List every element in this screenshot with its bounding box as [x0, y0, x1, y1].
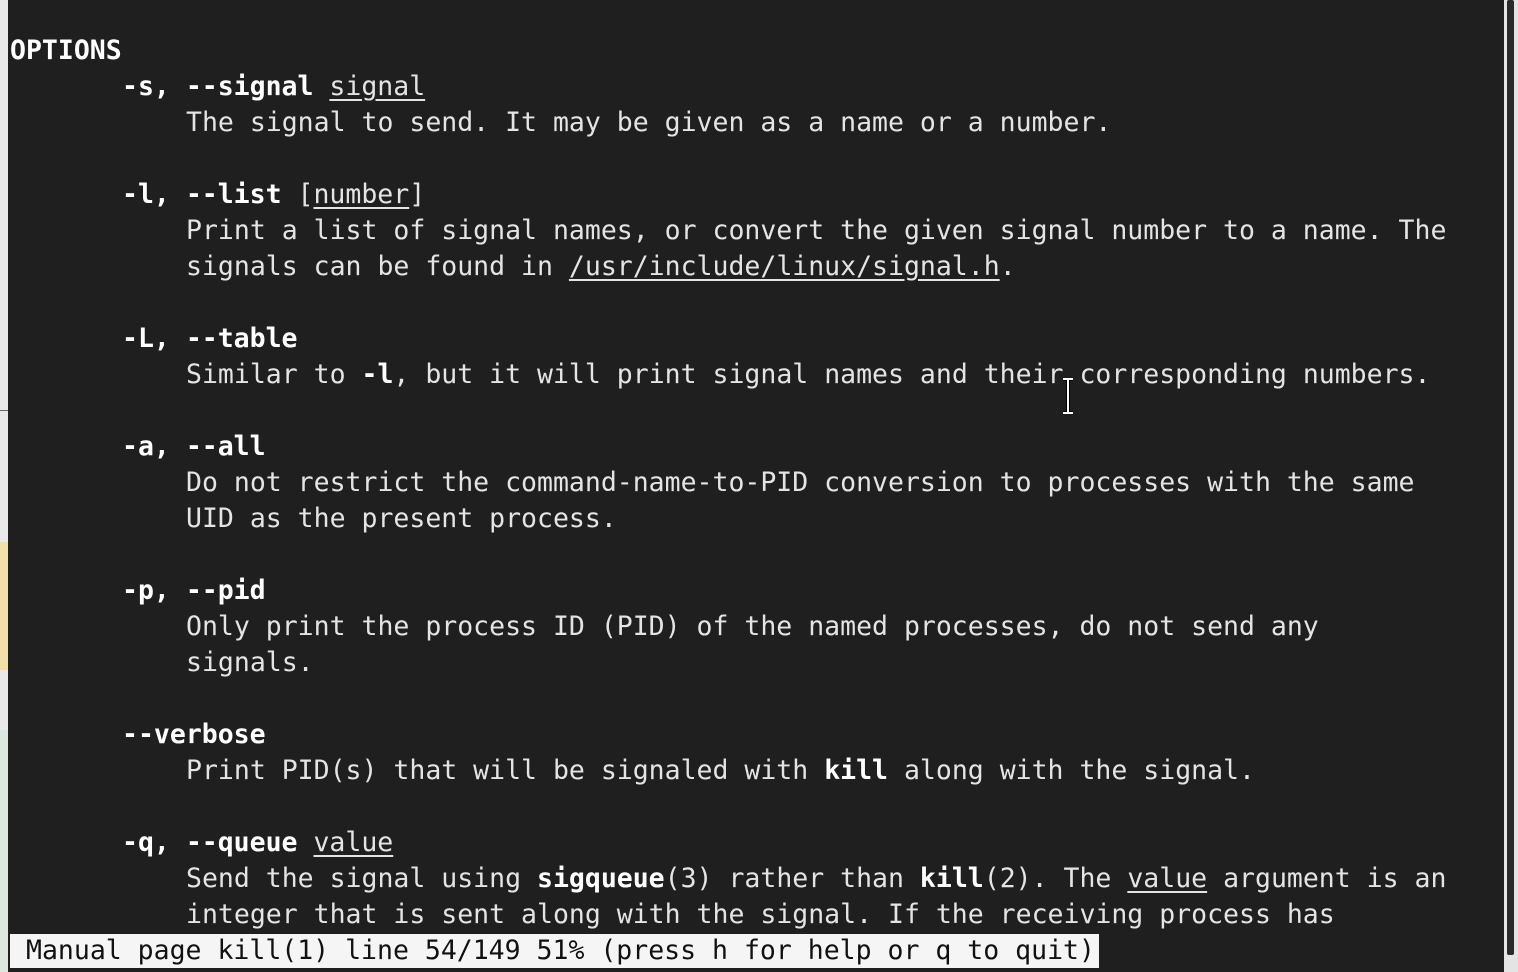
- text: along with the signal.: [888, 755, 1255, 786]
- option-description: Similar to -l, but it will print signal …: [186, 357, 1430, 393]
- option-description: signals can be found in /usr/include/lin…: [186, 249, 1016, 285]
- file-path: /usr/include/linux/signal.h: [568, 251, 1000, 282]
- option-table: -L, --table: [122, 323, 298, 354]
- bold-ref: sigqueue: [537, 863, 665, 894]
- option-signal: -s, --signal signal: [122, 69, 425, 105]
- text: (3) rather than: [664, 863, 920, 894]
- option-arg: value: [313, 827, 394, 858]
- option-arg: signal: [329, 71, 426, 102]
- text: .: [999, 251, 1016, 282]
- option-all: -a, --all: [122, 431, 266, 462]
- bold-ref: -l: [361, 359, 394, 390]
- section-heading-options: OPTIONS: [10, 35, 122, 66]
- option-description: Send the signal using sigqueue(3) rather…: [186, 861, 1446, 897]
- option-verbose: --verbose: [122, 719, 266, 750]
- option-description: integer that is sent along with the sign…: [186, 899, 1335, 930]
- option-description: Print a list of signal names, or convert…: [186, 215, 1447, 246]
- option-arg: number: [313, 179, 410, 210]
- option-description: UID as the present process.: [186, 503, 617, 534]
- underlined-ref: value: [1127, 863, 1208, 894]
- text: Print PID(s) that will be signaled with: [186, 755, 825, 786]
- option-list: -l, --list [number]: [122, 177, 425, 213]
- bold-ref: kill: [919, 863, 984, 894]
- option-pid: -p, --pid: [122, 575, 266, 606]
- text: signals can be found in: [186, 251, 569, 282]
- scrollbar-thumb[interactable]: [1507, 0, 1514, 955]
- background-window-edge: [0, 0, 8, 972]
- bracket-close: ]: [409, 179, 426, 210]
- option-description: The signal to send. It may be given as a…: [186, 107, 1112, 138]
- scrollbar[interactable]: [1504, 0, 1518, 972]
- text: , but it will print signal names and the…: [393, 359, 1431, 390]
- option-description: Only print the process ID (PID) of the n…: [186, 611, 1319, 642]
- option-flag: -s, --signal: [122, 71, 314, 102]
- bold-ref: kill: [824, 755, 889, 786]
- text: Similar to: [186, 359, 362, 390]
- option-description: Print PID(s) that will be signaled with …: [186, 753, 1255, 789]
- option-flag: -l, --list: [122, 179, 282, 210]
- option-description: signals.: [186, 647, 314, 678]
- terminal-window[interactable]: OPTIONS -s, --signal signal The signal t…: [8, 0, 1504, 972]
- text: (2). The: [983, 863, 1128, 894]
- option-description: Do not restrict the command-name-to-PID …: [186, 467, 1415, 498]
- pager-status-bar: Manual page kill(1) line 54/149 51% (pre…: [10, 934, 1099, 968]
- text-cursor-icon: [1061, 377, 1075, 415]
- option-queue: -q, --queue value: [122, 825, 393, 861]
- option-flag: -q, --queue: [122, 827, 298, 858]
- bracket-open: [: [281, 179, 314, 210]
- text: argument is an: [1207, 863, 1447, 894]
- text: Send the signal using: [186, 863, 537, 894]
